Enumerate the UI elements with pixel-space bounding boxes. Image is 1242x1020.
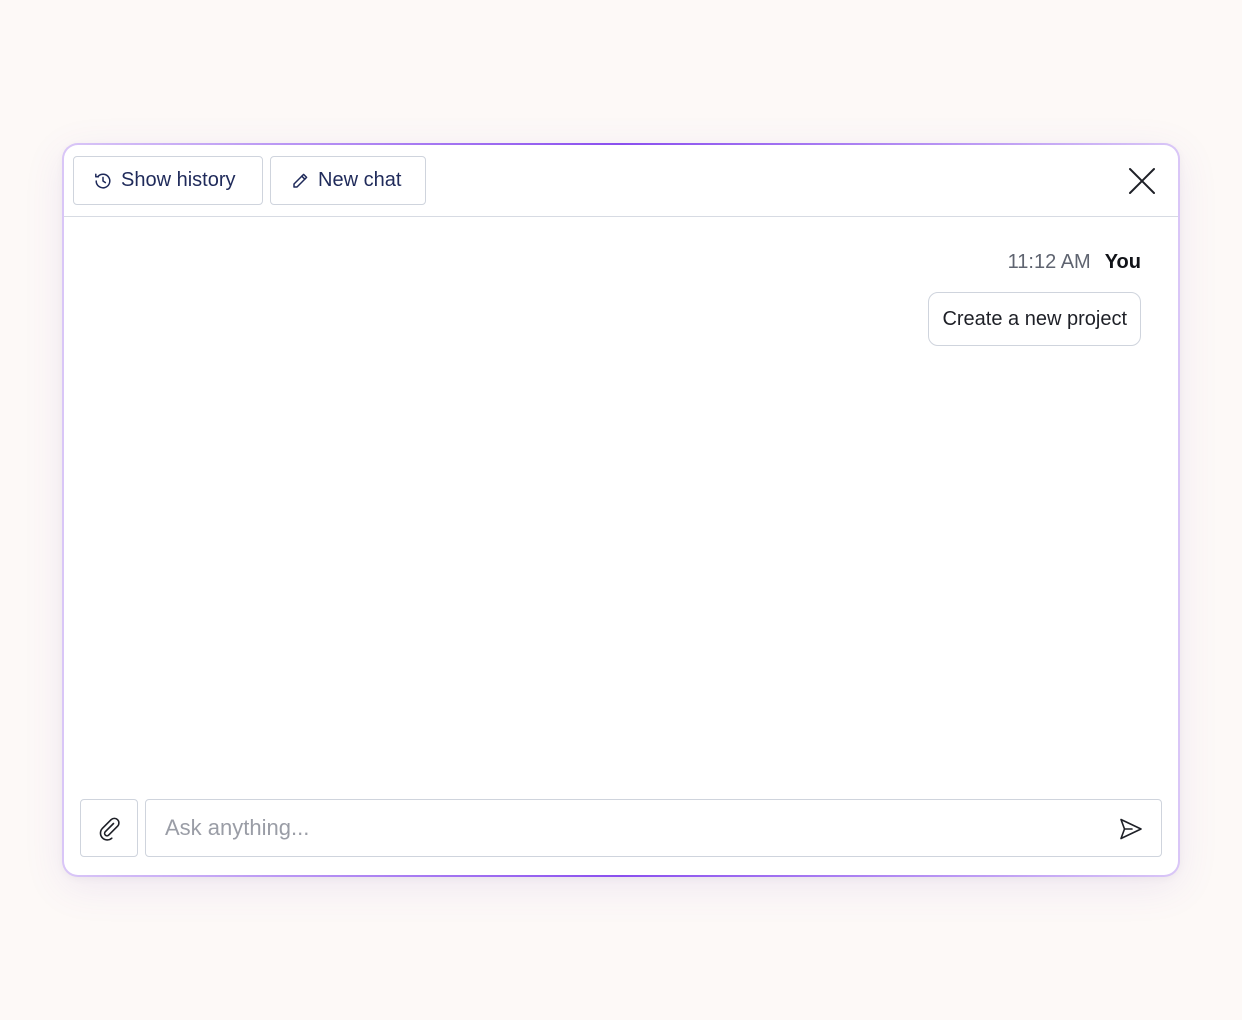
pencil-icon xyxy=(290,171,310,191)
chat-panel: Show history New chat 11:12 AM You Creat… xyxy=(64,145,1178,875)
chat-header: Show history New chat xyxy=(64,145,1178,217)
close-icon xyxy=(1129,168,1155,194)
close-button[interactable] xyxy=(1126,165,1158,197)
chat-input[interactable] xyxy=(146,799,1112,857)
send-button[interactable] xyxy=(1117,815,1145,843)
message-timestamp: 11:12 AM xyxy=(1007,251,1091,273)
chat-panel-frame: Show history New chat 11:12 AM You Creat… xyxy=(62,143,1180,877)
user-message-bubble: Create a new project xyxy=(928,292,1141,346)
chat-input-wrapper xyxy=(145,799,1162,857)
message-composer xyxy=(80,799,1162,857)
message-meta: 11:12 AM You xyxy=(1008,251,1141,274)
new-chat-label: New chat xyxy=(318,169,402,191)
history-clock-icon xyxy=(93,171,113,191)
show-history-label: Show history xyxy=(121,169,236,191)
message-sender: You xyxy=(1104,251,1141,273)
show-history-button[interactable]: Show history xyxy=(73,156,263,205)
new-chat-button[interactable]: New chat xyxy=(270,156,426,205)
paperclip-icon xyxy=(99,817,120,841)
message-list: 11:12 AM You Create a new project xyxy=(64,217,1178,785)
send-icon xyxy=(1120,818,1142,840)
attach-button[interactable] xyxy=(80,799,138,857)
